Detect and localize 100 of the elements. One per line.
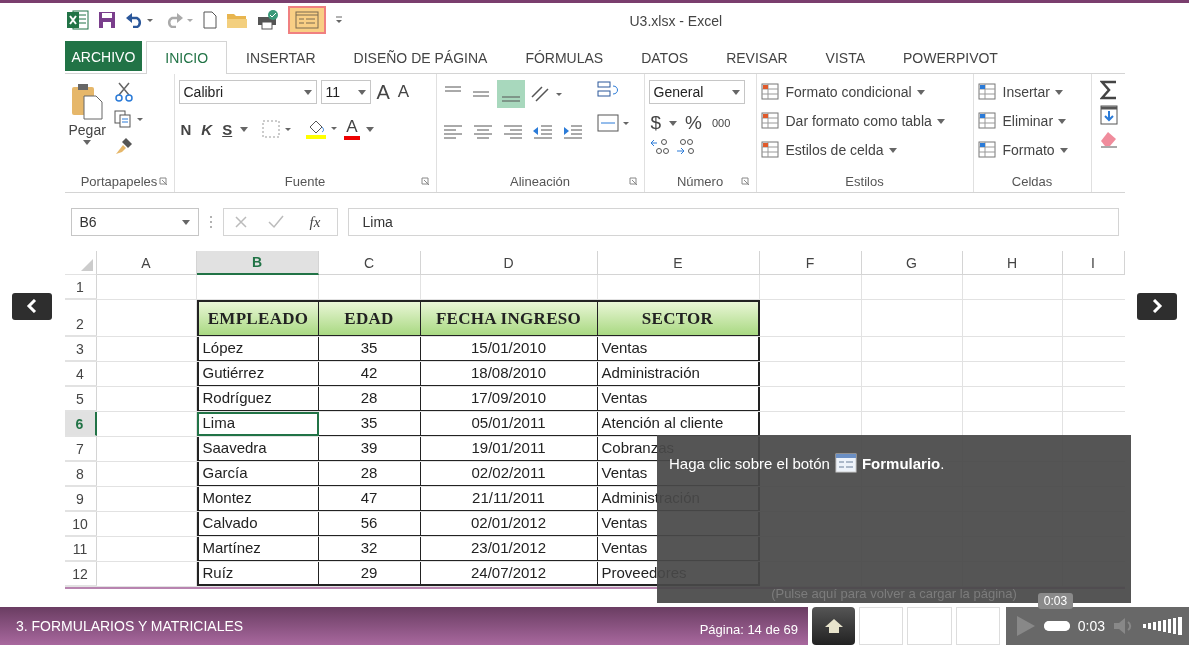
cells-menu-button[interactable]: Insertar [977,80,1087,104]
row-header[interactable]: 12 [64,562,97,586]
sum-icon[interactable] [1099,80,1118,100]
caret-icon[interactable] [365,126,374,132]
save-icon[interactable] [97,11,116,29]
currency-button[interactable]: $ [648,112,664,134]
row-header[interactable]: 3 [64,337,97,361]
row-header[interactable]: 11 [64,537,97,561]
check-icon[interactable] [267,215,284,229]
borders-icon[interactable] [262,120,293,138]
increase-decimal-icon[interactable] [648,138,671,156]
grip-icon [208,215,213,229]
table-cell: 17/09/2010 [420,387,598,411]
new-document-icon[interactable] [202,11,217,29]
name-box[interactable]: B6 [70,208,199,236]
ribbon-tab[interactable]: ARCHIVO [64,41,143,71]
ribbon-tab[interactable]: INICIO [146,41,228,74]
home-button[interactable] [812,607,856,645]
bold-button[interactable]: N [178,120,194,138]
align-bottom-icon[interactable] [496,80,525,108]
volume-bars-icon[interactable] [1143,617,1183,635]
italic-button[interactable]: K [199,120,215,138]
column-heading-cell: EDAD [318,300,421,336]
scissors-icon[interactable] [113,82,134,102]
group-label: Fuente [284,173,326,189]
caret-icon [181,219,190,225]
caret-icon[interactable] [669,120,678,126]
underline-button[interactable]: S [220,120,235,138]
ribbon-tab[interactable]: POWERPIVOT [884,41,1017,74]
spreadsheet-logo-icon[interactable] [66,10,89,30]
fill-color-icon[interactable] [306,119,339,139]
table-cell: 35 [318,412,421,436]
cells-menu-button[interactable]: Formato [977,138,1087,162]
table-cell: Lima [196,412,319,436]
increase-font-button[interactable]: A [374,80,392,104]
row-header[interactable]: 9 [64,487,97,511]
style-menu-button[interactable]: Formato condicional [760,80,969,104]
form-button[interactable] [287,6,326,34]
font-color-button[interactable]: A [344,118,360,140]
table-grid-icon [977,83,998,101]
dialog-launcher-icon[interactable] [628,177,638,186]
page-counter: Página: 14 de 69 [699,620,798,637]
thousands-button[interactable]: 000 [710,117,733,129]
column-header[interactable]: B [196,251,319,275]
ribbon-tab[interactable]: INSERTAR [227,41,335,74]
eraser-icon[interactable] [1099,130,1118,148]
table-grid-icon [760,141,781,159]
form-icon [294,11,319,29]
table-cell: 32 [318,537,421,561]
style-menu-button[interactable]: Estilos de celda [760,138,969,162]
caret-icon [83,140,92,145]
formula-input[interactable]: Lima [347,208,1119,236]
merge-cells-icon[interactable] [596,114,631,134]
decrease-font-button[interactable]: A [395,82,412,102]
dialog-launcher-icon[interactable] [420,177,430,186]
caret-icon[interactable] [240,126,249,132]
previous-button[interactable] [12,292,53,320]
caret-icon [731,89,740,95]
table-cell: 47 [318,487,421,511]
chevron-right-icon [1150,299,1163,313]
instruction-button-name: Formulario. [861,454,945,472]
chevron-left-icon [26,299,39,313]
house-icon [823,618,844,634]
ribbon-tab[interactable]: VISTA [806,41,884,74]
undo-icon[interactable] [124,12,155,28]
number-format-dropdown[interactable]: General [648,80,745,104]
column-heading-cell: EMPLEADO [196,300,319,336]
caret-icon [916,89,925,95]
ribbon-tab[interactable]: REVISAR [707,41,807,74]
row-header[interactable]: 10 [64,512,97,536]
table-grid-icon [977,112,998,130]
group-label: Número [676,173,724,189]
ribbon-tab[interactable]: DISEÑO DE PÁGINA [334,41,507,74]
table-cell: 21/11/2011 [420,487,598,511]
fill-down-icon[interactable] [1099,105,1118,125]
insert-function-button[interactable]: fx [303,212,327,232]
printer-icon[interactable] [256,10,279,30]
font-size-dropdown[interactable]: 11 [320,80,371,104]
row-header[interactable]: 5 [64,387,97,411]
cells-menu-button[interactable]: Eliminar [977,109,1087,133]
row-header[interactable]: 2 [64,300,97,336]
row-header[interactable]: 7 [64,437,97,461]
format-painter-icon[interactable] [113,136,134,156]
dialog-launcher-icon[interactable] [158,177,168,186]
decrease-decimal-icon[interactable] [674,138,697,156]
copy-icon[interactable] [113,110,144,128]
dialog-launcher-icon[interactable] [740,177,750,186]
table-cell: 05/01/2011 [420,412,598,436]
customize-caret-icon[interactable] [334,15,343,25]
font-name-dropdown[interactable]: Calibri [178,80,317,104]
next-button[interactable] [1136,292,1177,320]
ribbon-tab[interactable]: DATOS [622,41,708,74]
style-menu-button[interactable]: Dar formato como tabla [760,109,969,133]
percent-button[interactable]: % [683,112,704,134]
row-header[interactable]: 6 [64,412,97,436]
row-header[interactable]: 4 [64,362,97,386]
paste-button[interactable]: Pegar [68,80,106,170]
row-header[interactable]: 1 [64,275,97,299]
ribbon-tab[interactable]: FÓRMULAS [506,41,623,74]
row-header[interactable]: 8 [64,462,97,486]
